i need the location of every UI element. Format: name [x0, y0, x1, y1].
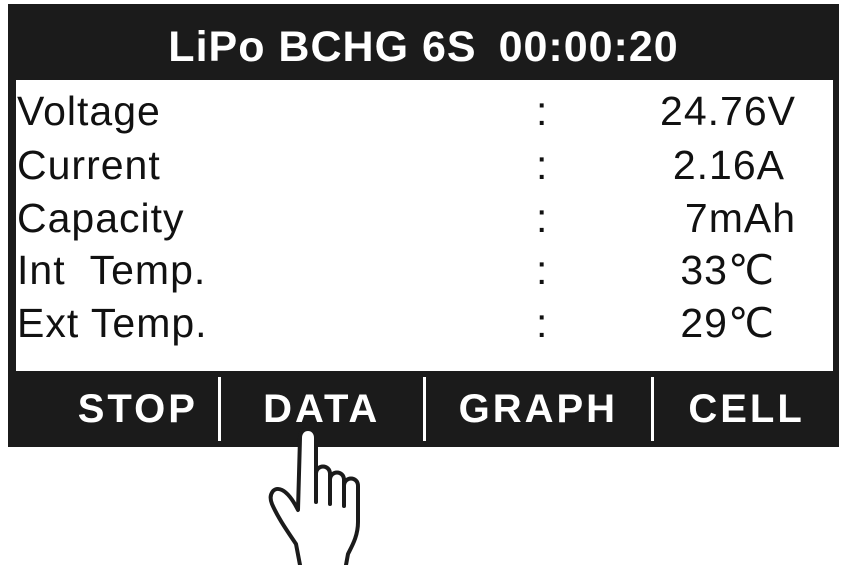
reading-separator: : [536, 88, 549, 134]
elapsed-timer: 00:00:20 [498, 22, 679, 71]
reading-separator: : [536, 247, 549, 293]
reading-value: 2.16A [672, 142, 785, 188]
cell-button[interactable]: CELL [654, 371, 839, 447]
readings-panel: Voltage : 24.76V Current : 2.16A Capacit… [16, 80, 833, 371]
graph-label: GRAPH [458, 386, 619, 431]
charge-mode-title: LiPo BCHG 6S [168, 22, 477, 71]
reading-value: 29℃ [680, 300, 775, 346]
pointing-hand-icon [268, 427, 360, 565]
lcd-screen: LiPo BCHG 6S 00:00:20 Voltage : 24.76V C… [8, 4, 839, 447]
reading-row-int-temp: Int Temp. : 33℃ [16, 243, 833, 297]
reading-row-voltage: Voltage : 24.76V [16, 84, 833, 138]
reading-separator: : [536, 142, 549, 188]
reading-row-current: Current : 2.16A [16, 138, 833, 192]
reading-row-ext-temp: Ext Temp. : 29℃ [16, 296, 833, 350]
reading-label: Current [17, 142, 161, 188]
stop-label: STOP [77, 386, 198, 431]
cell-label: CELL [688, 386, 805, 431]
reading-value: 7mAh [684, 195, 796, 241]
reading-value: 33℃ [680, 247, 775, 293]
graph-button[interactable]: GRAPH [426, 371, 652, 447]
softkey-bar: STOP DATA GRAPH CELL [8, 371, 839, 447]
reading-label: Int Temp. [17, 247, 207, 293]
stop-button[interactable]: STOP [8, 371, 218, 447]
reading-label: Ext Temp. [17, 300, 208, 346]
reading-separator: : [536, 195, 549, 241]
reading-label: Voltage [17, 88, 161, 134]
reading-row-capacity: Capacity : 7mAh [16, 191, 833, 245]
title-bar: LiPo BCHG 6S 00:00:20 [8, 4, 839, 90]
reading-separator: : [536, 300, 549, 346]
reading-value: 24.76V [660, 88, 796, 134]
reading-label: Capacity [17, 195, 185, 241]
